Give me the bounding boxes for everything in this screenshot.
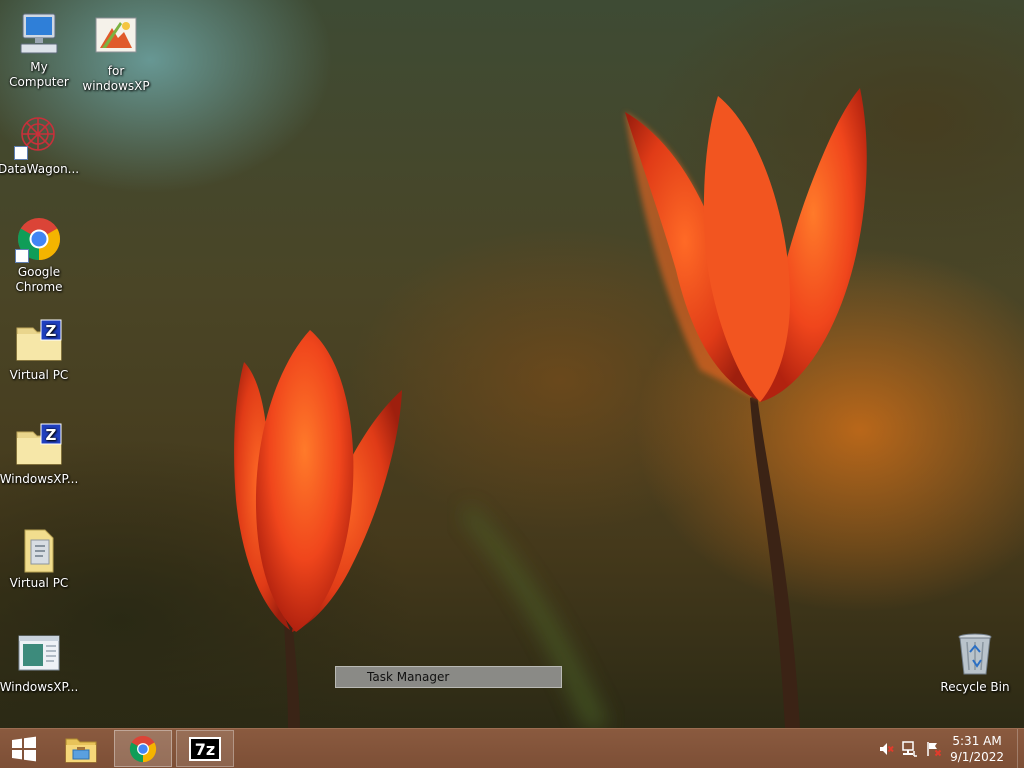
desktop-icon-label: WindowsXP... — [0, 680, 79, 694]
clock[interactable]: 5:31 AM 9/1/2022 — [950, 733, 1004, 765]
computer-icon — [15, 10, 63, 58]
folder-icon — [15, 526, 63, 574]
desktop-icon-label: WindowsXP... — [0, 472, 79, 486]
desktop-icon-datawagon[interactable]: DataWagon... — [0, 112, 80, 177]
wallpaper-tulips — [234, 88, 867, 728]
chrome-icon — [15, 215, 63, 263]
7zip-glyph: 7z — [195, 740, 215, 759]
speaker-muted-icon[interactable] — [878, 741, 894, 757]
desktop[interactable]: My Computer for windowsXP DataWagon... G… — [0, 0, 1024, 728]
desktop-icon-label: My Computer — [9, 60, 69, 89]
taskbar-chrome-button[interactable] — [114, 730, 172, 767]
desktop-icon-label: Recycle Bin — [940, 680, 1010, 694]
network-icon[interactable] — [902, 741, 918, 757]
desktop-icon-label: Virtual PC — [9, 576, 69, 590]
desktop-icon-label: Google Chrome — [15, 265, 63, 294]
desktop-icon-virtual-pc-folder[interactable]: Virtual PC — [0, 526, 79, 591]
desktop-icon-for-windowsxp[interactable]: for windowsXP — [76, 14, 156, 94]
zipped-folder-icon: Z — [15, 422, 63, 470]
system-tray: 5:31 AM 9/1/2022 — [864, 729, 1024, 768]
desktop-icon-label: for windowsXP — [82, 64, 150, 93]
desktop-icon-my-computer[interactable]: My Computer — [0, 10, 79, 90]
file-explorer-icon — [65, 738, 97, 762]
7zip-icon: 7z — [189, 736, 221, 761]
show-desktop-button[interactable] — [1017, 729, 1024, 768]
desktop-icon-recycle-bin[interactable]: Recycle Bin — [935, 630, 1015, 695]
svg-text:Z: Z — [46, 322, 57, 340]
window-app-icon — [15, 630, 63, 678]
chrome-icon — [129, 735, 157, 762]
clock-date: 9/1/2022 — [950, 750, 1004, 764]
desktop-icon-label: DataWagon... — [0, 162, 80, 176]
desktop-icon-windowsxp-zip[interactable]: Z WindowsXP... — [0, 422, 79, 487]
start-button[interactable] — [0, 730, 48, 767]
task-manager-tooltip: Task Manager — [335, 666, 562, 688]
datawagon-icon — [14, 112, 62, 160]
desktop-icon-google-chrome[interactable]: Google Chrome — [0, 215, 79, 295]
svg-text:Z: Z — [46, 426, 57, 444]
taskbar-file-explorer-button[interactable] — [56, 730, 106, 767]
taskbar-7zip-button[interactable]: 7z — [176, 730, 234, 767]
desktop-icon-label: Virtual PC — [9, 368, 69, 382]
image-file-icon — [92, 14, 140, 62]
clock-time: 5:31 AM — [952, 734, 1002, 748]
recycle-bin-icon — [951, 630, 999, 678]
shortcut-arrow-icon — [15, 249, 29, 263]
shortcut-arrow-icon — [14, 146, 28, 160]
zipped-folder-icon: Z — [15, 318, 63, 366]
windows-logo-icon — [12, 736, 36, 761]
desktop-icon-windowsxp-app[interactable]: WindowsXP... — [0, 630, 79, 695]
desktop-icon-virtual-pc-zip[interactable]: Z Virtual PC — [0, 318, 79, 383]
action-center-flag-icon[interactable] — [926, 741, 942, 757]
taskbar[interactable]: 7z 5:31 AM 9/1/2022 — [0, 728, 1024, 768]
